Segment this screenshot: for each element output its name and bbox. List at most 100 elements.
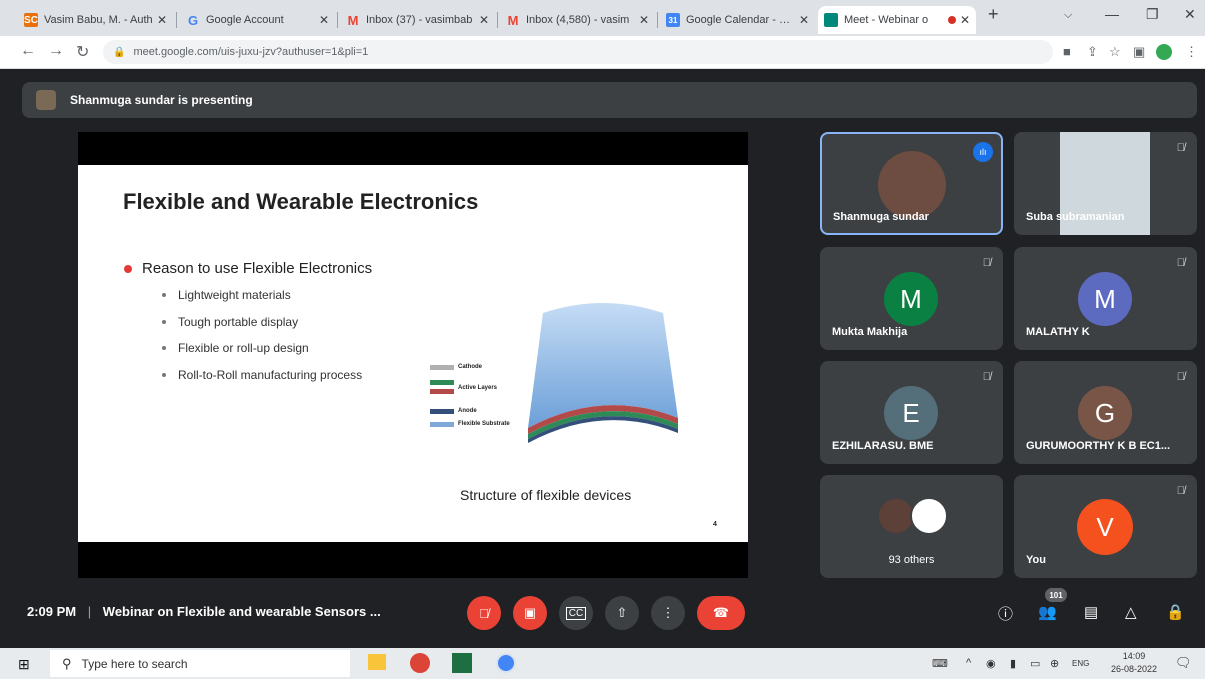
close-icon[interactable]: ✕ [639, 13, 649, 27]
activities-icon[interactable]: △ [1125, 603, 1137, 621]
extension-icon[interactable]: ▣ [1133, 44, 1145, 60]
shared-screen: Flexible and Wearable Electronics Reason… [78, 132, 748, 578]
tab-title: Meet - Webinar o [844, 14, 929, 26]
tab-inbox-4580[interactable]: M Inbox (4,580) - vasim ✕ [500, 6, 655, 34]
tab-google-account[interactable]: G Google Account ✕ [180, 6, 335, 34]
tab-inbox-37[interactable]: M Inbox (37) - vasimbab ✕ [340, 6, 495, 34]
usb-icon[interactable]: ▮ [1010, 657, 1016, 670]
window-close-icon[interactable]: ✕ [1184, 6, 1196, 23]
search-placeholder: Type here to search [81, 656, 188, 671]
camera-toggle-button[interactable]: ▣ [513, 596, 547, 630]
camera-in-use-icon[interactable]: ■ [1063, 44, 1071, 59]
gmail-icon: M [347, 12, 359, 28]
hang-up-icon: ☎ [712, 605, 730, 620]
bullet-dot-icon [162, 319, 166, 324]
bookmark-star-icon[interactable]: ☆ [1109, 44, 1121, 60]
more-options-button[interactable]: ⋮ [651, 596, 685, 630]
active-layer-swatch [430, 380, 454, 385]
tab-search-chevron-icon[interactable]: ⌵ [1064, 9, 1072, 22]
share-icon[interactable]: ⇪ [1087, 44, 1098, 60]
close-icon[interactable]: ✕ [799, 13, 809, 27]
address-bar[interactable]: 🔒 meet.google.com/uis-juxu-jzv?authuser=… [103, 40, 1053, 64]
list-item: Roll-to-Roll manufacturing process [162, 368, 362, 395]
profile-avatar[interactable] [1156, 44, 1172, 60]
back-icon[interactable]: ← [20, 42, 36, 60]
new-tab-button[interactable]: + [988, 4, 999, 25]
mic-off-icon: 🎙̸ [1176, 371, 1185, 383]
windows-taskbar: ⊞ ⚲ Type here to search ⌨ ^ ◉ ▮ ▭ ⊕ ENG … [0, 648, 1205, 679]
participant-name: Shanmuga sundar [833, 211, 929, 223]
meeting-details-icon[interactable]: ⓘ [998, 603, 1013, 624]
clock-date: 26-08-2022 [1110, 664, 1158, 674]
menu-kebab-icon[interactable]: ⋮ [1185, 44, 1198, 60]
people-icon[interactable]: 👥 [1038, 603, 1057, 621]
close-icon[interactable]: ✕ [319, 13, 329, 27]
participant-name: GURUMOORTHY K B EC1... [1026, 440, 1171, 452]
network-icon[interactable]: ◉ [986, 657, 996, 670]
participant-tile[interactable]: M 🎙̸ Mukta Makhija [820, 247, 1003, 350]
list-item-text: Tough portable display [178, 314, 299, 329]
present-icon: ⇧ [616, 605, 628, 620]
list-item: Flexible or roll-up design [162, 341, 362, 368]
minimize-icon[interactable]: — [1105, 6, 1119, 22]
windows-start-icon[interactable]: ⊞ [18, 656, 30, 673]
main-bullet-text: Reason to use Flexible Electronics [142, 260, 373, 277]
participant-tile[interactable]: E 🎙̸ EZHILARASU. BME [820, 361, 1003, 464]
chrome-icon[interactable] [410, 653, 430, 673]
tray-chevron-icon[interactable]: ^ [966, 657, 971, 669]
tab-google-calendar[interactable]: 31 Google Calendar - We ✕ [660, 6, 815, 34]
file-explorer-icon[interactable] [368, 654, 386, 670]
participant-name: MALATHY K [1026, 326, 1090, 338]
separator: | [87, 604, 92, 619]
others-tile[interactable]: 93 others [820, 475, 1003, 578]
taskbar-search[interactable]: ⚲ Type here to search [50, 650, 350, 677]
host-controls-icon[interactable]: 🔒 [1166, 603, 1185, 621]
participant-tile[interactable]: ılı Shanmuga sundar [820, 132, 1003, 235]
tab-separator [497, 12, 498, 28]
chrome-profile-icon[interactable] [496, 653, 516, 673]
present-button[interactable]: ⇧ [605, 596, 639, 630]
chat-icon[interactable]: ▤ [1084, 603, 1098, 621]
participant-tile[interactable]: M 🎙̸ MALATHY K [1014, 247, 1197, 350]
more-vert-icon: ⋮ [661, 605, 675, 620]
people-count-badge: 101 [1045, 588, 1067, 602]
participant-photo [878, 151, 946, 219]
tab-meet[interactable]: Meet - Webinar o ✕ [818, 6, 976, 34]
legend-label: Active Layers [458, 385, 498, 391]
lock-icon: 🔒 [113, 46, 126, 58]
mic-off-icon: 🎙̸ [1176, 142, 1185, 154]
restore-icon[interactable]: ❐ [1146, 6, 1159, 23]
close-icon[interactable]: ✕ [157, 13, 167, 27]
tab-scholar[interactable]: SC Vasim Babu, M. - Auth ✕ [18, 6, 173, 34]
forward-icon[interactable]: → [48, 42, 64, 60]
language-globe-icon[interactable]: ⊕ [1050, 657, 1059, 670]
participant-avatar: E [884, 386, 938, 440]
taskbar-clock[interactable]: 14:09 26-08-2022 [1104, 650, 1164, 676]
mic-off-icon: 🎙̸ [1176, 257, 1185, 269]
tab-title: Vasim Babu, M. - Auth [44, 14, 153, 26]
leave-call-button[interactable]: ☎ [697, 596, 745, 630]
reload-icon[interactable]: ↻ [76, 42, 89, 62]
participant-name: EZHILARASU. BME [832, 440, 934, 452]
presenter-avatar [36, 90, 56, 110]
keyboard-icon[interactable]: ⌨ [932, 657, 948, 670]
notification-icon[interactable]: 🗨 [1175, 655, 1192, 671]
close-icon[interactable]: ✕ [960, 13, 970, 27]
self-tile[interactable]: V 🎙̸ You [1014, 475, 1197, 578]
mic-toggle-button[interactable]: 🎙̸ [467, 596, 501, 630]
battery-icon[interactable]: ▭ [1030, 657, 1040, 670]
tab-separator [337, 12, 338, 28]
tab-title: Google Account [206, 14, 284, 26]
participant-avatar [910, 497, 948, 535]
clock-time: 14:09 [1122, 651, 1146, 661]
tab-title: Inbox (4,580) - vasim [526, 14, 630, 26]
language-indicator[interactable]: ENG [1072, 659, 1089, 668]
captions-button[interactable]: CC [559, 596, 593, 630]
sub-bullet-list: Lightweight materials Tough portable dis… [162, 288, 362, 395]
participant-tile[interactable]: G 🎙̸ GURUMOORTHY K B EC1... [1014, 361, 1197, 464]
excel-icon[interactable] [452, 653, 472, 673]
presenting-banner: Shanmuga sundar is presenting [22, 82, 1197, 118]
tab-separator [657, 12, 658, 28]
close-icon[interactable]: ✕ [479, 13, 489, 27]
participant-tile[interactable]: 🎙̸ Suba subramanian [1014, 132, 1197, 235]
